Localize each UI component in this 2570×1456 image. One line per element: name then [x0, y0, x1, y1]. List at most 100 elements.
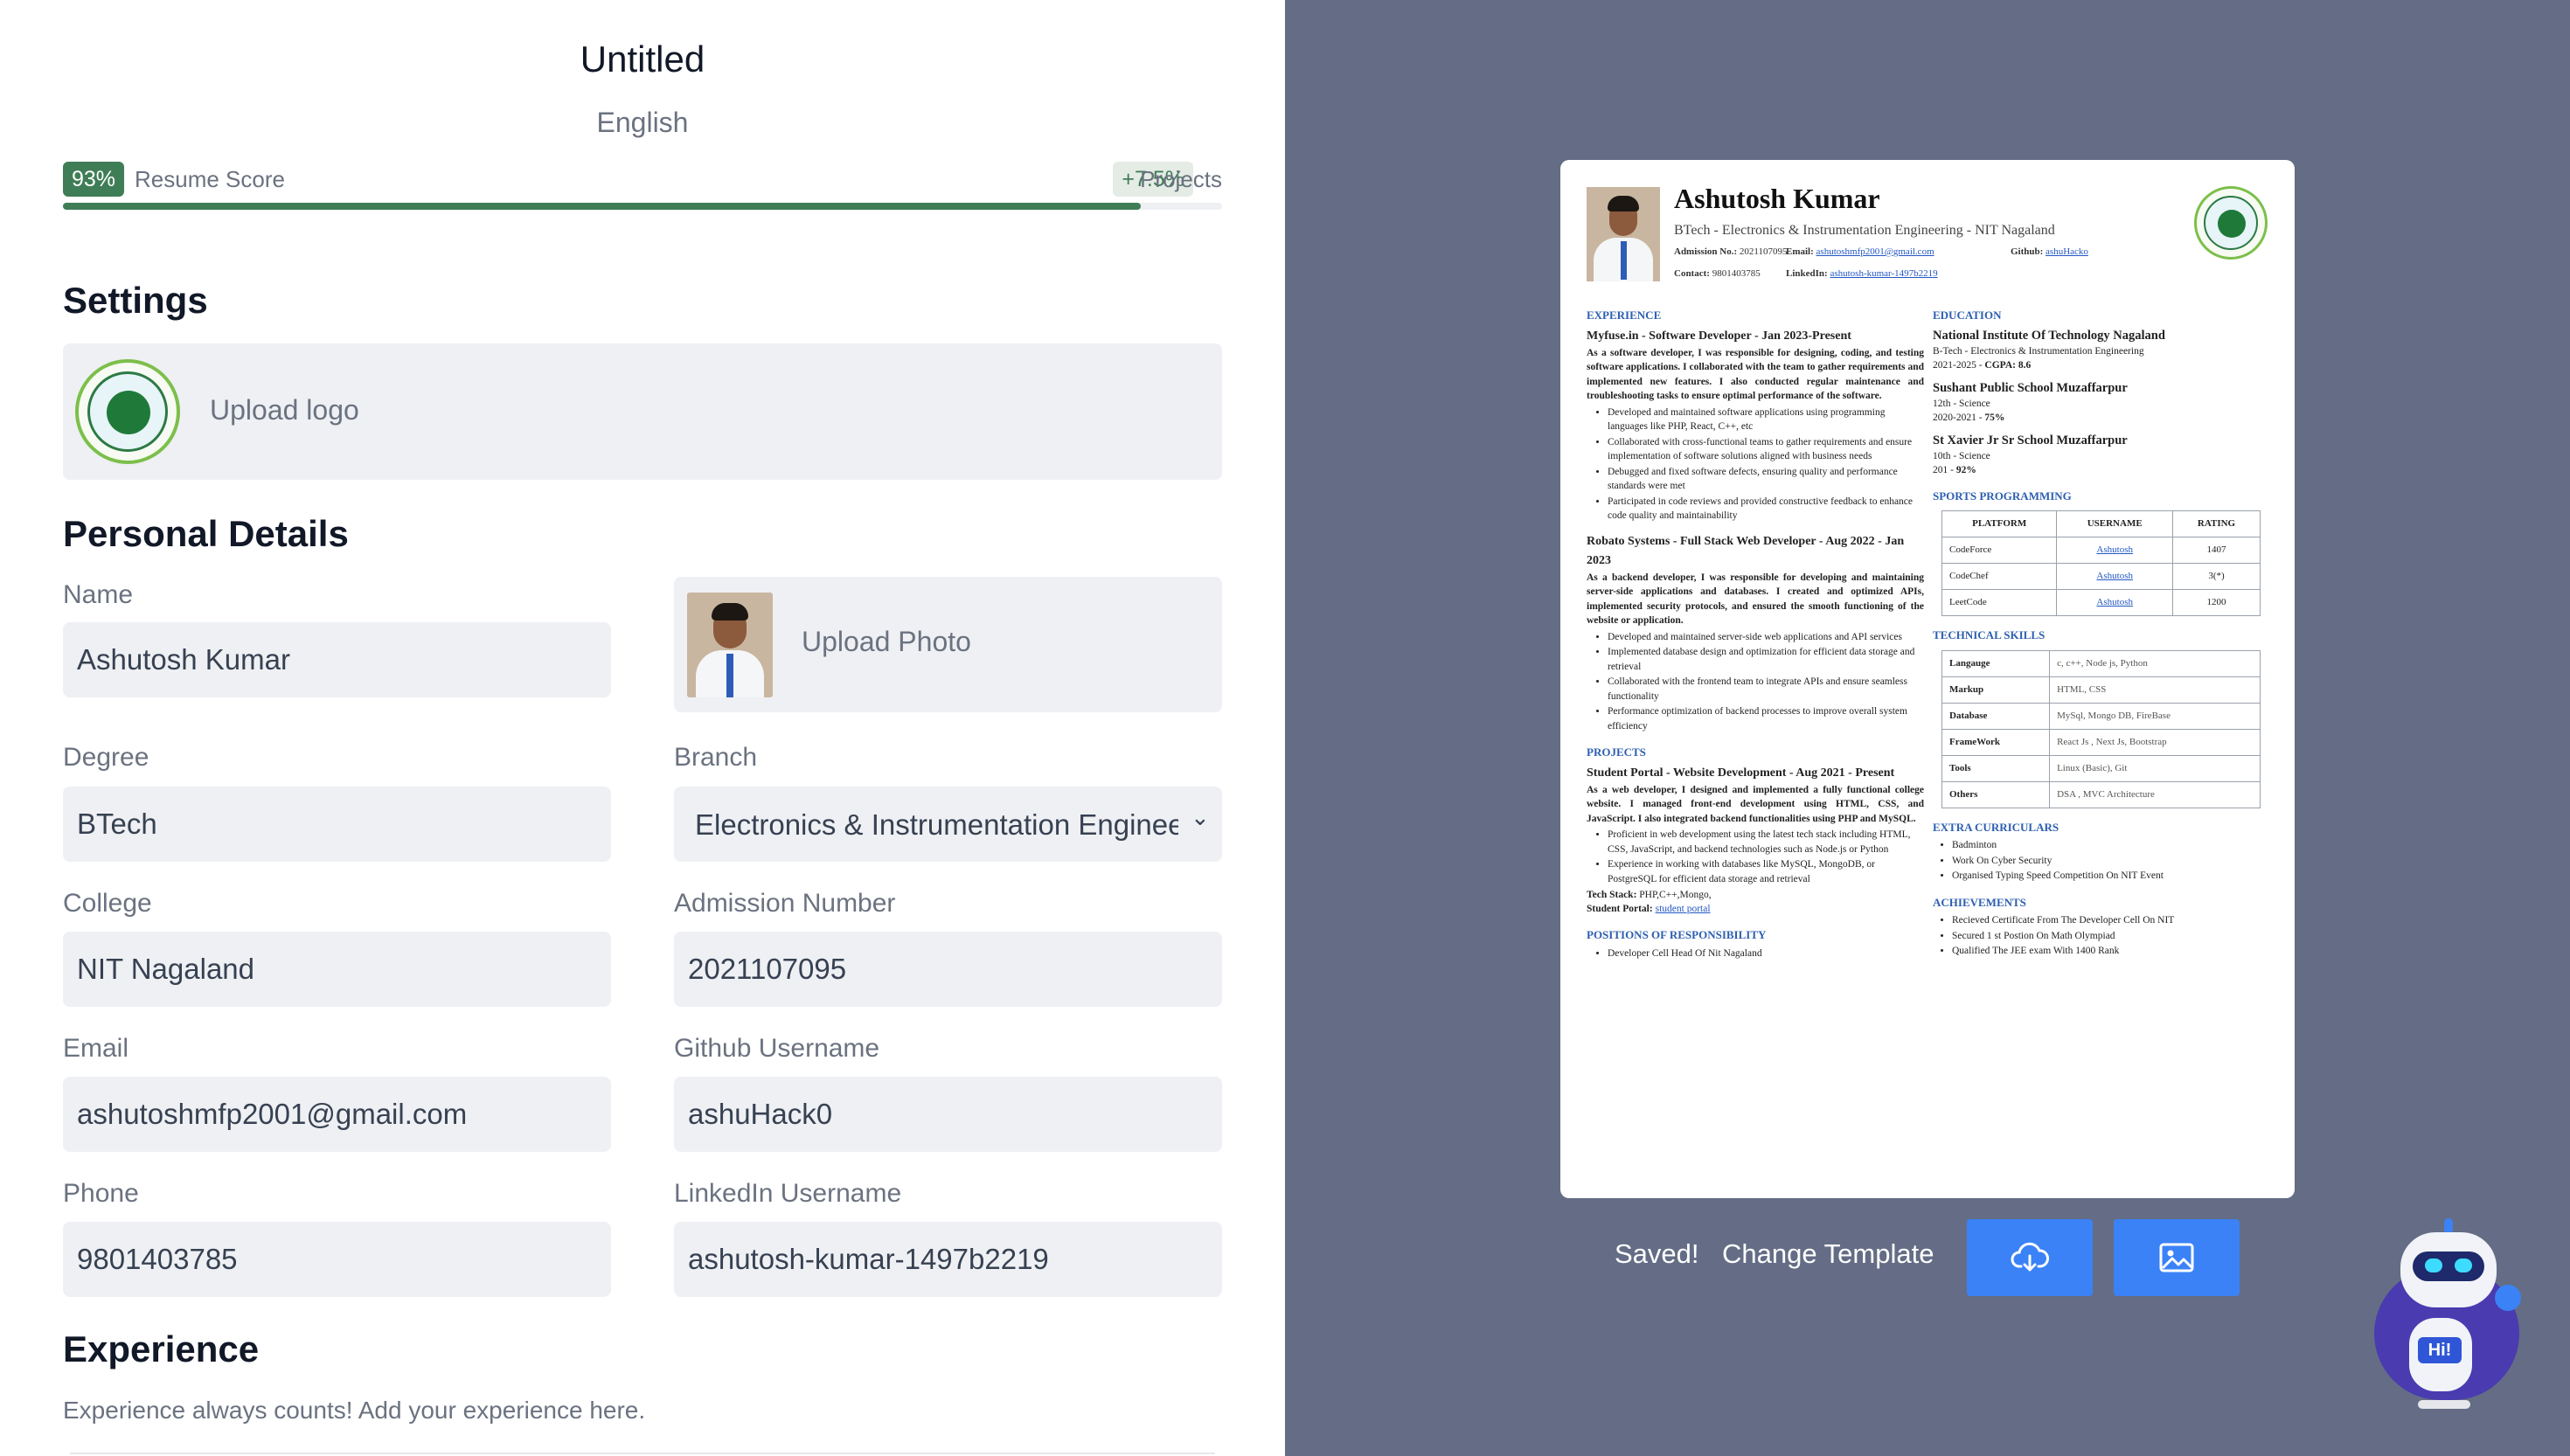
list-item: Developed and maintained server-side web…: [1608, 630, 1924, 645]
phone-label: Phone: [63, 1179, 139, 1208]
resume-score-progress-fill: [63, 203, 1142, 210]
table-row: CodeForce Ashutosh 1407: [1941, 537, 2261, 564]
resume-score-label: Resume Score: [135, 166, 285, 192]
table-cell: 1200: [2172, 589, 2261, 616]
resume-email: Email: ashutoshmfp2001@gmail.com: [1786, 246, 1934, 257]
college-input[interactable]: [63, 932, 611, 1007]
profile-link[interactable]: Ashutosh: [2096, 597, 2133, 607]
resume-score-badge: 93%: [63, 162, 125, 197]
degree-input[interactable]: [63, 787, 611, 862]
github-username-input[interactable]: [674, 1077, 1222, 1152]
export-image-button[interactable]: [2114, 1219, 2240, 1296]
table-cell: Linux (Basic), Git: [2049, 754, 2261, 782]
project-summary: As a web developer, I designed and imple…: [1587, 784, 1924, 824]
resume-positions-heading: POSITIONS OF RESPONSIBILITY: [1587, 928, 1767, 941]
table-cell: LeetCode: [1941, 589, 2058, 616]
table-cell: DSA , MVC Architecture: [2049, 780, 2261, 808]
resume-experience-heading: EXPERIENCE: [1587, 309, 1662, 322]
resume-editor-panel: Untitled English 93% Resume Score +7.5% …: [0, 0, 1285, 1456]
list-item: Implemented database design and optimiza…: [1608, 645, 1924, 674]
table-row: Langauge c, c++, Node js, Python: [1941, 649, 2261, 677]
document-title[interactable]: Untitled: [0, 38, 1285, 80]
education-institution: St Xavier Jr Sr School Muzaffarpur: [1933, 433, 2128, 447]
achievements-list: Recieved Certificate From The Developer …: [1952, 913, 2272, 959]
project-title: Student Portal - Website Development - A…: [1587, 766, 1895, 780]
table-cell: Database: [1941, 702, 2051, 730]
table-cell: Ashutosh: [2056, 537, 2174, 564]
list-item: Secured 1 st Postion On Math Olympiad: [1952, 929, 2272, 944]
experience-bullets: Developed and maintained software applic…: [1608, 406, 1924, 523]
resume-github-link[interactable]: ashuHacko: [2046, 246, 2088, 257]
cloud-download-icon: [2011, 1242, 2049, 1272]
student-portal-link[interactable]: student portal: [1656, 904, 1711, 914]
experience-bullets: Developed and maintained server-side web…: [1608, 630, 1924, 734]
resume-skills-heading: TECHNICAL SKILLS: [1933, 628, 2046, 641]
table-cell: FrameWork: [1941, 728, 2051, 756]
positions-list: Developer Cell Head Of Nit Nagaland: [1608, 946, 1924, 961]
branch-label: Branch: [674, 743, 758, 772]
degree-label: Degree: [63, 743, 149, 772]
education-period: 2021-2025 - CGPA: 8.6: [1933, 359, 2032, 371]
experience-summary: As a backend developer, I was responsibl…: [1587, 572, 1924, 627]
list-item: Experience in working with databases lik…: [1608, 857, 1924, 886]
projects-score-label: Projects: [1140, 166, 1222, 192]
table-cell: c, c++, Node js, Python: [2049, 649, 2261, 677]
robot-assistant-icon[interactable]: Hi!: [2374, 1215, 2532, 1416]
change-template-button[interactable]: Change Template: [1722, 1238, 1934, 1270]
admission-number-input[interactable]: [674, 932, 1222, 1007]
profile-link[interactable]: Ashutosh: [2096, 544, 2133, 555]
branch-select[interactable]: Electronics & Instrumentation Engineerin…: [674, 787, 1222, 862]
linkedin-username-input[interactable]: [674, 1222, 1222, 1297]
resume-github: Github: ashuHacko: [2011, 246, 2088, 257]
list-item: Performance optimization of backend proc…: [1608, 704, 1924, 733]
table-cell: Ashutosh: [2056, 563, 2174, 590]
table-row: Others DSA , MVC Architecture: [1941, 780, 2261, 808]
language-selector[interactable]: English: [0, 107, 1285, 139]
resume-page: Ashutosh Kumar BTech - Electronics & Ins…: [1560, 160, 2295, 1198]
college-logo: [75, 359, 180, 464]
table-cell: CodeChef: [1941, 563, 2058, 590]
download-button[interactable]: [1967, 1219, 2093, 1296]
extra-curriculars-list: Badminton Work On Cyber Security Organis…: [1952, 838, 2272, 884]
list-item: Proficient in web development using the …: [1608, 828, 1924, 856]
upload-photo-dropzone[interactable]: Upload Photo: [674, 577, 1222, 712]
email-field[interactable]: [63, 1077, 611, 1152]
github-username-label: Github Username: [674, 1034, 880, 1063]
table-header: RATING: [2172, 510, 2261, 537]
resume-college-logo: [2194, 186, 2268, 260]
resume-score-progress-bar: [63, 203, 1222, 210]
education-program: B-Tech - Electronics & Instrumentation E…: [1933, 345, 2144, 357]
list-item: Collaborated with cross-functional teams…: [1608, 435, 1924, 464]
table-cell: 3(*): [2172, 563, 2261, 590]
list-item: Developed and maintained software applic…: [1608, 406, 1924, 434]
resume-linkedin-link[interactable]: ashutosh-kumar-1497b2219: [1830, 268, 1937, 279]
education-period: 201 - 92%: [1933, 464, 1976, 475]
table-cell: Langauge: [1941, 649, 2051, 677]
project-tech-stack: Tech Stack: PHP,C++,Mongo,: [1587, 890, 1712, 900]
experience-title: Robato Systems - Full Stack Web Develope…: [1587, 534, 1905, 567]
technical-skills-table: Langauge c, c++, Node js, Python Markup HT…: [1941, 649, 2261, 808]
resume-education-heading: EDUCATION: [1933, 309, 2002, 322]
table-cell: Tools: [1941, 754, 2051, 782]
table-row: Markup HTML, CSS: [1941, 676, 2261, 704]
name-input[interactable]: [63, 622, 611, 697]
upload-logo-label: Upload logo: [210, 394, 359, 426]
phone-input[interactable]: [63, 1222, 611, 1297]
personal-details-heading: Personal Details: [63, 513, 349, 554]
table-row: Database MySql, Mongo DB, FireBase: [1941, 702, 2261, 730]
project-portal: Student Portal: student portal: [1587, 904, 1711, 914]
table-row: Tools Linux (Basic), Git: [1941, 754, 2261, 782]
resume-sports-heading: SPORTS PROGRAMMING: [1933, 489, 2072, 503]
experience-title: Myfuse.in - Software Developer - Jan 202…: [1587, 329, 1851, 343]
name-label: Name: [63, 580, 134, 609]
profile-photo: [687, 593, 773, 697]
college-label: College: [63, 889, 152, 918]
list-item: Work On Cyber Security: [1952, 854, 2272, 869]
list-item: Badminton: [1952, 838, 2272, 853]
email-label: Email: [63, 1034, 129, 1063]
resume-email-link[interactable]: ashutoshmfp2001@gmail.com: [1816, 246, 1934, 257]
table-row: FrameWork React Js , Next Js, Bootstrap: [1941, 728, 2261, 756]
profile-link[interactable]: Ashutosh: [2096, 571, 2133, 581]
upload-logo-dropzone[interactable]: Upload logo: [63, 343, 1222, 480]
list-item: Debugged and fixed software defects, ens…: [1608, 465, 1924, 494]
